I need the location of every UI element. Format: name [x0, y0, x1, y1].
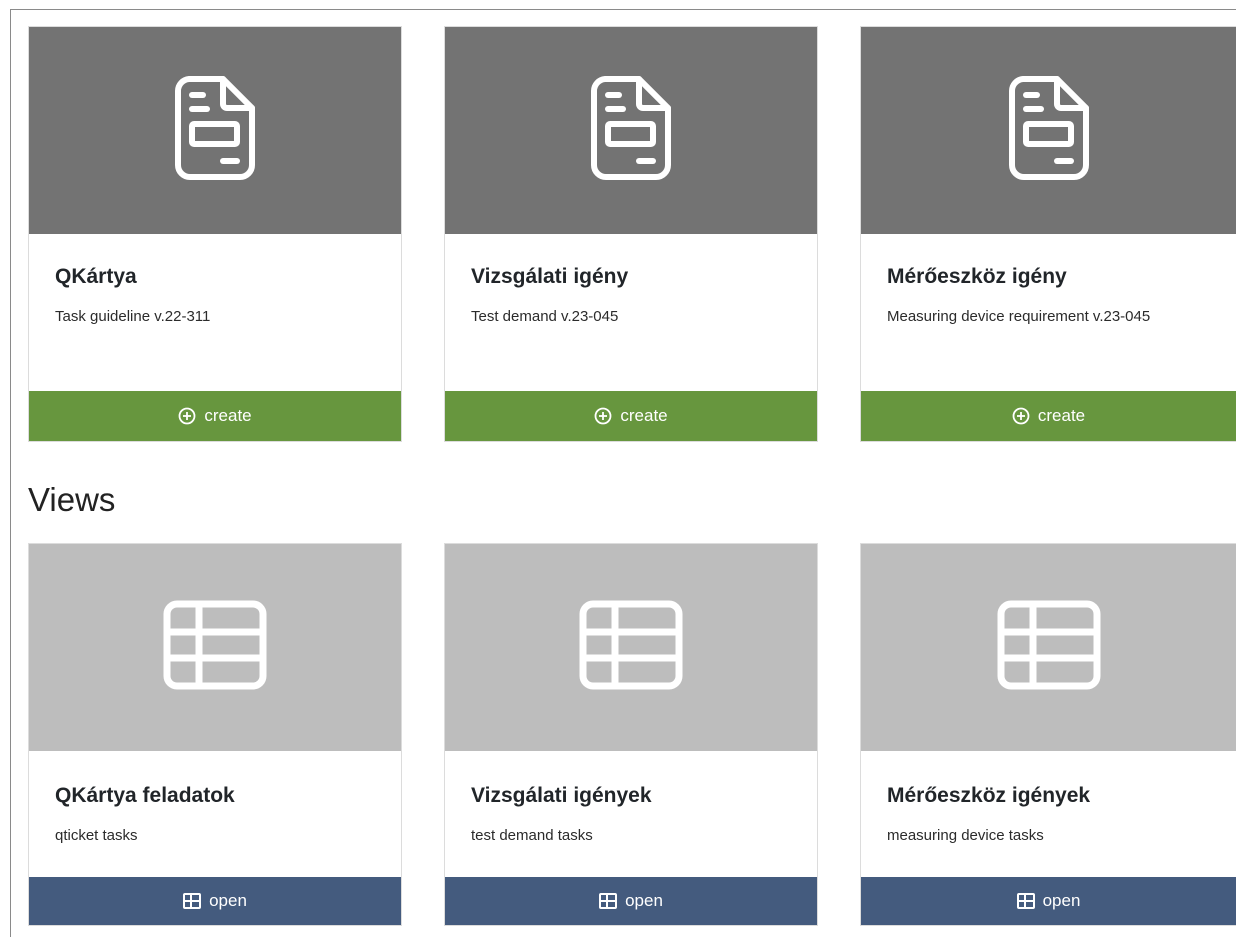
plus-circle-icon	[178, 407, 196, 425]
plus-circle-icon	[594, 407, 612, 425]
views-row: QKártya feladatok qticket tasks open Viz…	[28, 543, 1236, 926]
document-form-icon	[590, 76, 671, 185]
card-title: Mérőeszköz igény	[887, 265, 1067, 288]
document-form-icon	[174, 76, 255, 185]
card-title: Mérőeszköz igények	[887, 784, 1091, 807]
card-subtitle: Measuring device requirement v.23-045	[887, 308, 1151, 325]
card-subtitle: qticket tasks	[55, 827, 138, 844]
open-button[interactable]: open	[861, 877, 1236, 925]
table-icon	[997, 600, 1101, 695]
card-subtitle: Test demand v.23-045	[471, 308, 619, 325]
view-card-meroeszkoz-igenyek: Mérőeszköz igények measuring device task…	[860, 543, 1236, 926]
create-button[interactable]: create	[445, 391, 817, 441]
card-subtitle: test demand tasks	[471, 827, 593, 844]
form-card-qkartya: QKártya Task guideline v.22-311 create	[28, 26, 402, 442]
card-image	[445, 544, 817, 751]
card-title: Vizsgálati igény	[471, 265, 629, 288]
card-title: QKártya	[55, 265, 137, 288]
open-button[interactable]: open	[445, 877, 817, 925]
card-body: Vizsgálati igények test demand tasks	[445, 751, 817, 877]
open-button[interactable]: open	[29, 877, 401, 925]
card-title: QKártya feladatok	[55, 784, 235, 807]
card-subtitle: measuring device tasks	[887, 827, 1044, 844]
frame-left-border	[10, 9, 11, 937]
card-body: Vizsgálati igény Test demand v.23-045	[445, 234, 817, 391]
card-body: Mérőeszköz igények measuring device task…	[861, 751, 1236, 877]
document-form-icon	[1008, 76, 1089, 185]
card-image	[445, 27, 817, 234]
table-icon	[579, 600, 683, 695]
plus-circle-icon	[1012, 407, 1030, 425]
form-card-vizsgalati-igeny: Vizsgálati igény Test demand v.23-045 cr…	[444, 26, 818, 442]
create-button[interactable]: create	[861, 391, 1236, 441]
card-subtitle: Task guideline v.22-311	[55, 308, 211, 325]
table-icon	[163, 600, 267, 695]
table-small-icon	[183, 893, 202, 909]
create-button-label: create	[204, 406, 252, 425]
views-section-title: Views	[28, 481, 116, 518]
create-button-label: create	[620, 406, 668, 425]
card-image	[29, 544, 401, 751]
view-card-vizsgalati-igenyek: Vizsgálati igények test demand tasks ope…	[444, 543, 818, 926]
table-small-icon	[1016, 893, 1035, 909]
forms-row: QKártya Task guideline v.22-311 create V…	[28, 26, 1236, 442]
view-card-qkartya-feladatok: QKártya feladatok qticket tasks open	[28, 543, 402, 926]
create-button-label: create	[1037, 406, 1086, 425]
open-button-label: open	[1042, 891, 1081, 910]
open-button-label: open	[625, 891, 663, 910]
card-image	[29, 27, 401, 234]
frame-top-border	[10, 9, 1236, 10]
create-button[interactable]: create	[29, 391, 401, 441]
card-body: Mérőeszköz igény Measuring device requir…	[861, 234, 1236, 391]
open-button-label: open	[209, 891, 247, 910]
card-image	[861, 27, 1236, 234]
card-body: QKártya Task guideline v.22-311	[29, 234, 401, 391]
card-body: QKártya feladatok qticket tasks	[29, 751, 401, 877]
form-card-meroeszkoz-igeny: Mérőeszköz igény Measuring device requir…	[860, 26, 1236, 442]
card-title: Vizsgálati igények	[471, 784, 652, 807]
table-small-icon	[599, 893, 618, 909]
card-image	[861, 544, 1236, 751]
